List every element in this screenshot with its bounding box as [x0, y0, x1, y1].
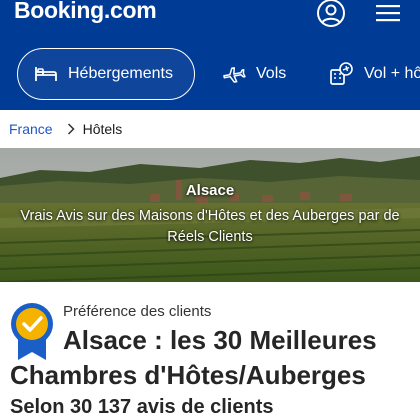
breadcrumb-current: Hôtels — [82, 121, 123, 137]
nav-item-flight-hotel[interactable]: Vol + hô — [326, 48, 420, 100]
booking-logo[interactable]: Booking.com — [14, 0, 157, 24]
hamburger-menu-icon — [376, 5, 400, 22]
nav-item-flights[interactable]: Vols — [218, 48, 286, 100]
nav-item-label: Hébergements — [68, 65, 173, 82]
hero-title: Alsace — [185, 182, 235, 199]
review-count-subtitle: Selon 30 137 avis de clients — [10, 396, 274, 418]
menu-button[interactable] — [374, 0, 402, 26]
hero-subtitle: Vrais Avis sur des Maisons d'Hôtes et de… — [20, 208, 400, 245]
page-title: Alsace : les 30 Meilleures Chambres d'Hô… — [10, 323, 410, 393]
user-circle-icon — [317, 0, 345, 27]
page-title-line-1: Alsace : les 30 Meilleures — [63, 325, 377, 355]
page-title-line-2: Chambres d'Hôtes/Auberges — [10, 360, 366, 390]
flight-hotel-icon — [330, 62, 353, 85]
nav-item-label: Vol + hô — [364, 65, 420, 82]
bed-icon — [35, 67, 57, 81]
product-nav: Hébergements Vols Vol + hô — [0, 48, 420, 104]
breadcrumb-link-france[interactable]: France — [9, 121, 53, 137]
hero-banner: Alsace Vrais Avis sur des Maisons d'Hôte… — [0, 148, 420, 282]
nav-item-label: Vols — [256, 65, 287, 82]
chevron-right-icon — [67, 123, 75, 135]
nav-item-accommodations[interactable]: Hébergements — [17, 48, 195, 100]
breadcrumb: France Hôtels — [0, 110, 420, 148]
preference-label: Préférence des clients — [63, 303, 212, 320]
airplane-icon — [223, 67, 246, 83]
main-content: Préférence des clients Alsace : les 30 M… — [0, 282, 420, 420]
top-header: Booking.com Hébergements Vols Vol + hô — [0, 0, 420, 110]
account-button[interactable] — [316, 0, 346, 28]
